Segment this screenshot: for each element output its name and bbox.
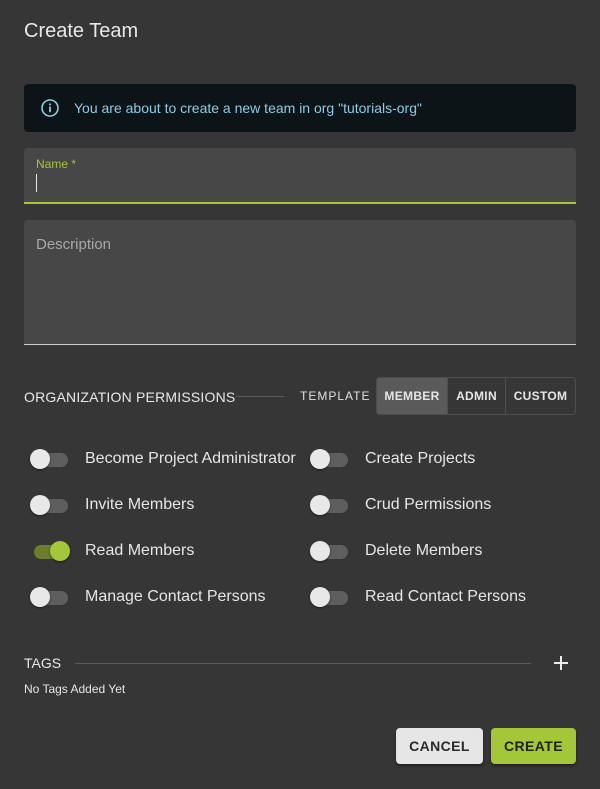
plus-icon[interactable] <box>550 652 572 674</box>
name-field[interactable]: Name * <box>24 148 576 204</box>
permission-label: Read Members <box>85 542 195 559</box>
permission-label: Manage Contact Persons <box>85 588 266 605</box>
template-admin-button[interactable]: ADMIN <box>448 378 506 414</box>
template-custom-button[interactable]: CUSTOM <box>506 378 575 414</box>
toggle-switch[interactable] <box>30 449 70 469</box>
name-input[interactable] <box>36 173 556 195</box>
template-label: TEMPLATE <box>300 389 371 403</box>
dialog-title: Create Team <box>24 20 139 42</box>
no-tags-text: No Tags Added Yet <box>24 682 126 696</box>
toggle-switch[interactable] <box>310 495 350 515</box>
permission-crud-permissions: Crud Permissions <box>310 490 491 520</box>
tags-title: TAGS <box>24 655 62 671</box>
tags-divider <box>75 663 531 664</box>
permission-manage-contact-persons: Manage Contact Persons <box>30 582 266 612</box>
create-button[interactable]: CREATE <box>491 728 576 764</box>
toggle-switch[interactable] <box>30 587 70 607</box>
permission-invite-members: Invite Members <box>30 490 194 520</box>
name-field-label: Name * <box>36 157 77 171</box>
toggle-switch[interactable] <box>310 541 350 561</box>
permissions-divider <box>236 396 284 397</box>
permission-label: Read Contact Persons <box>365 588 526 605</box>
template-member-button[interactable]: MEMBER <box>377 378 448 414</box>
permission-read-members: Read Members <box>30 536 194 566</box>
description-field[interactable] <box>24 220 576 345</box>
permission-label: Delete Members <box>365 542 483 559</box>
permission-delete-members: Delete Members <box>310 536 482 566</box>
permission-label: Create Projects <box>365 450 476 467</box>
description-input[interactable] <box>36 236 564 332</box>
permission-create-projects: Create Projects <box>310 444 475 474</box>
tags-header: TAGS <box>24 652 576 674</box>
permission-read-contact-persons: Read Contact Persons <box>310 582 526 612</box>
info-banner: You are about to create a new team in or… <box>24 84 576 132</box>
template-selector: MEMBER ADMIN CUSTOM <box>376 377 576 415</box>
text-caret <box>36 174 37 192</box>
create-team-dialog: Create Team You are about to create a ne… <box>0 0 600 789</box>
toggle-switch[interactable] <box>30 541 70 561</box>
permissions-header: ORGANIZATION PERMISSIONS TEMPLATE MEMBER… <box>24 377 576 415</box>
toggle-switch[interactable] <box>30 495 70 515</box>
permission-label: Become Project Administrator <box>85 450 296 467</box>
info-banner-text: You are about to create a new team in or… <box>74 100 422 116</box>
permissions-title: ORGANIZATION PERMISSIONS <box>24 389 236 405</box>
permission-label: Crud Permissions <box>365 496 492 513</box>
toggle-switch[interactable] <box>310 449 350 469</box>
permission-label: Invite Members <box>85 496 195 513</box>
info-circle-icon <box>40 98 60 118</box>
cancel-button[interactable]: CANCEL <box>396 728 483 764</box>
permission-become-project-admin: Become Project Administrator <box>30 444 296 474</box>
toggle-switch[interactable] <box>310 587 350 607</box>
